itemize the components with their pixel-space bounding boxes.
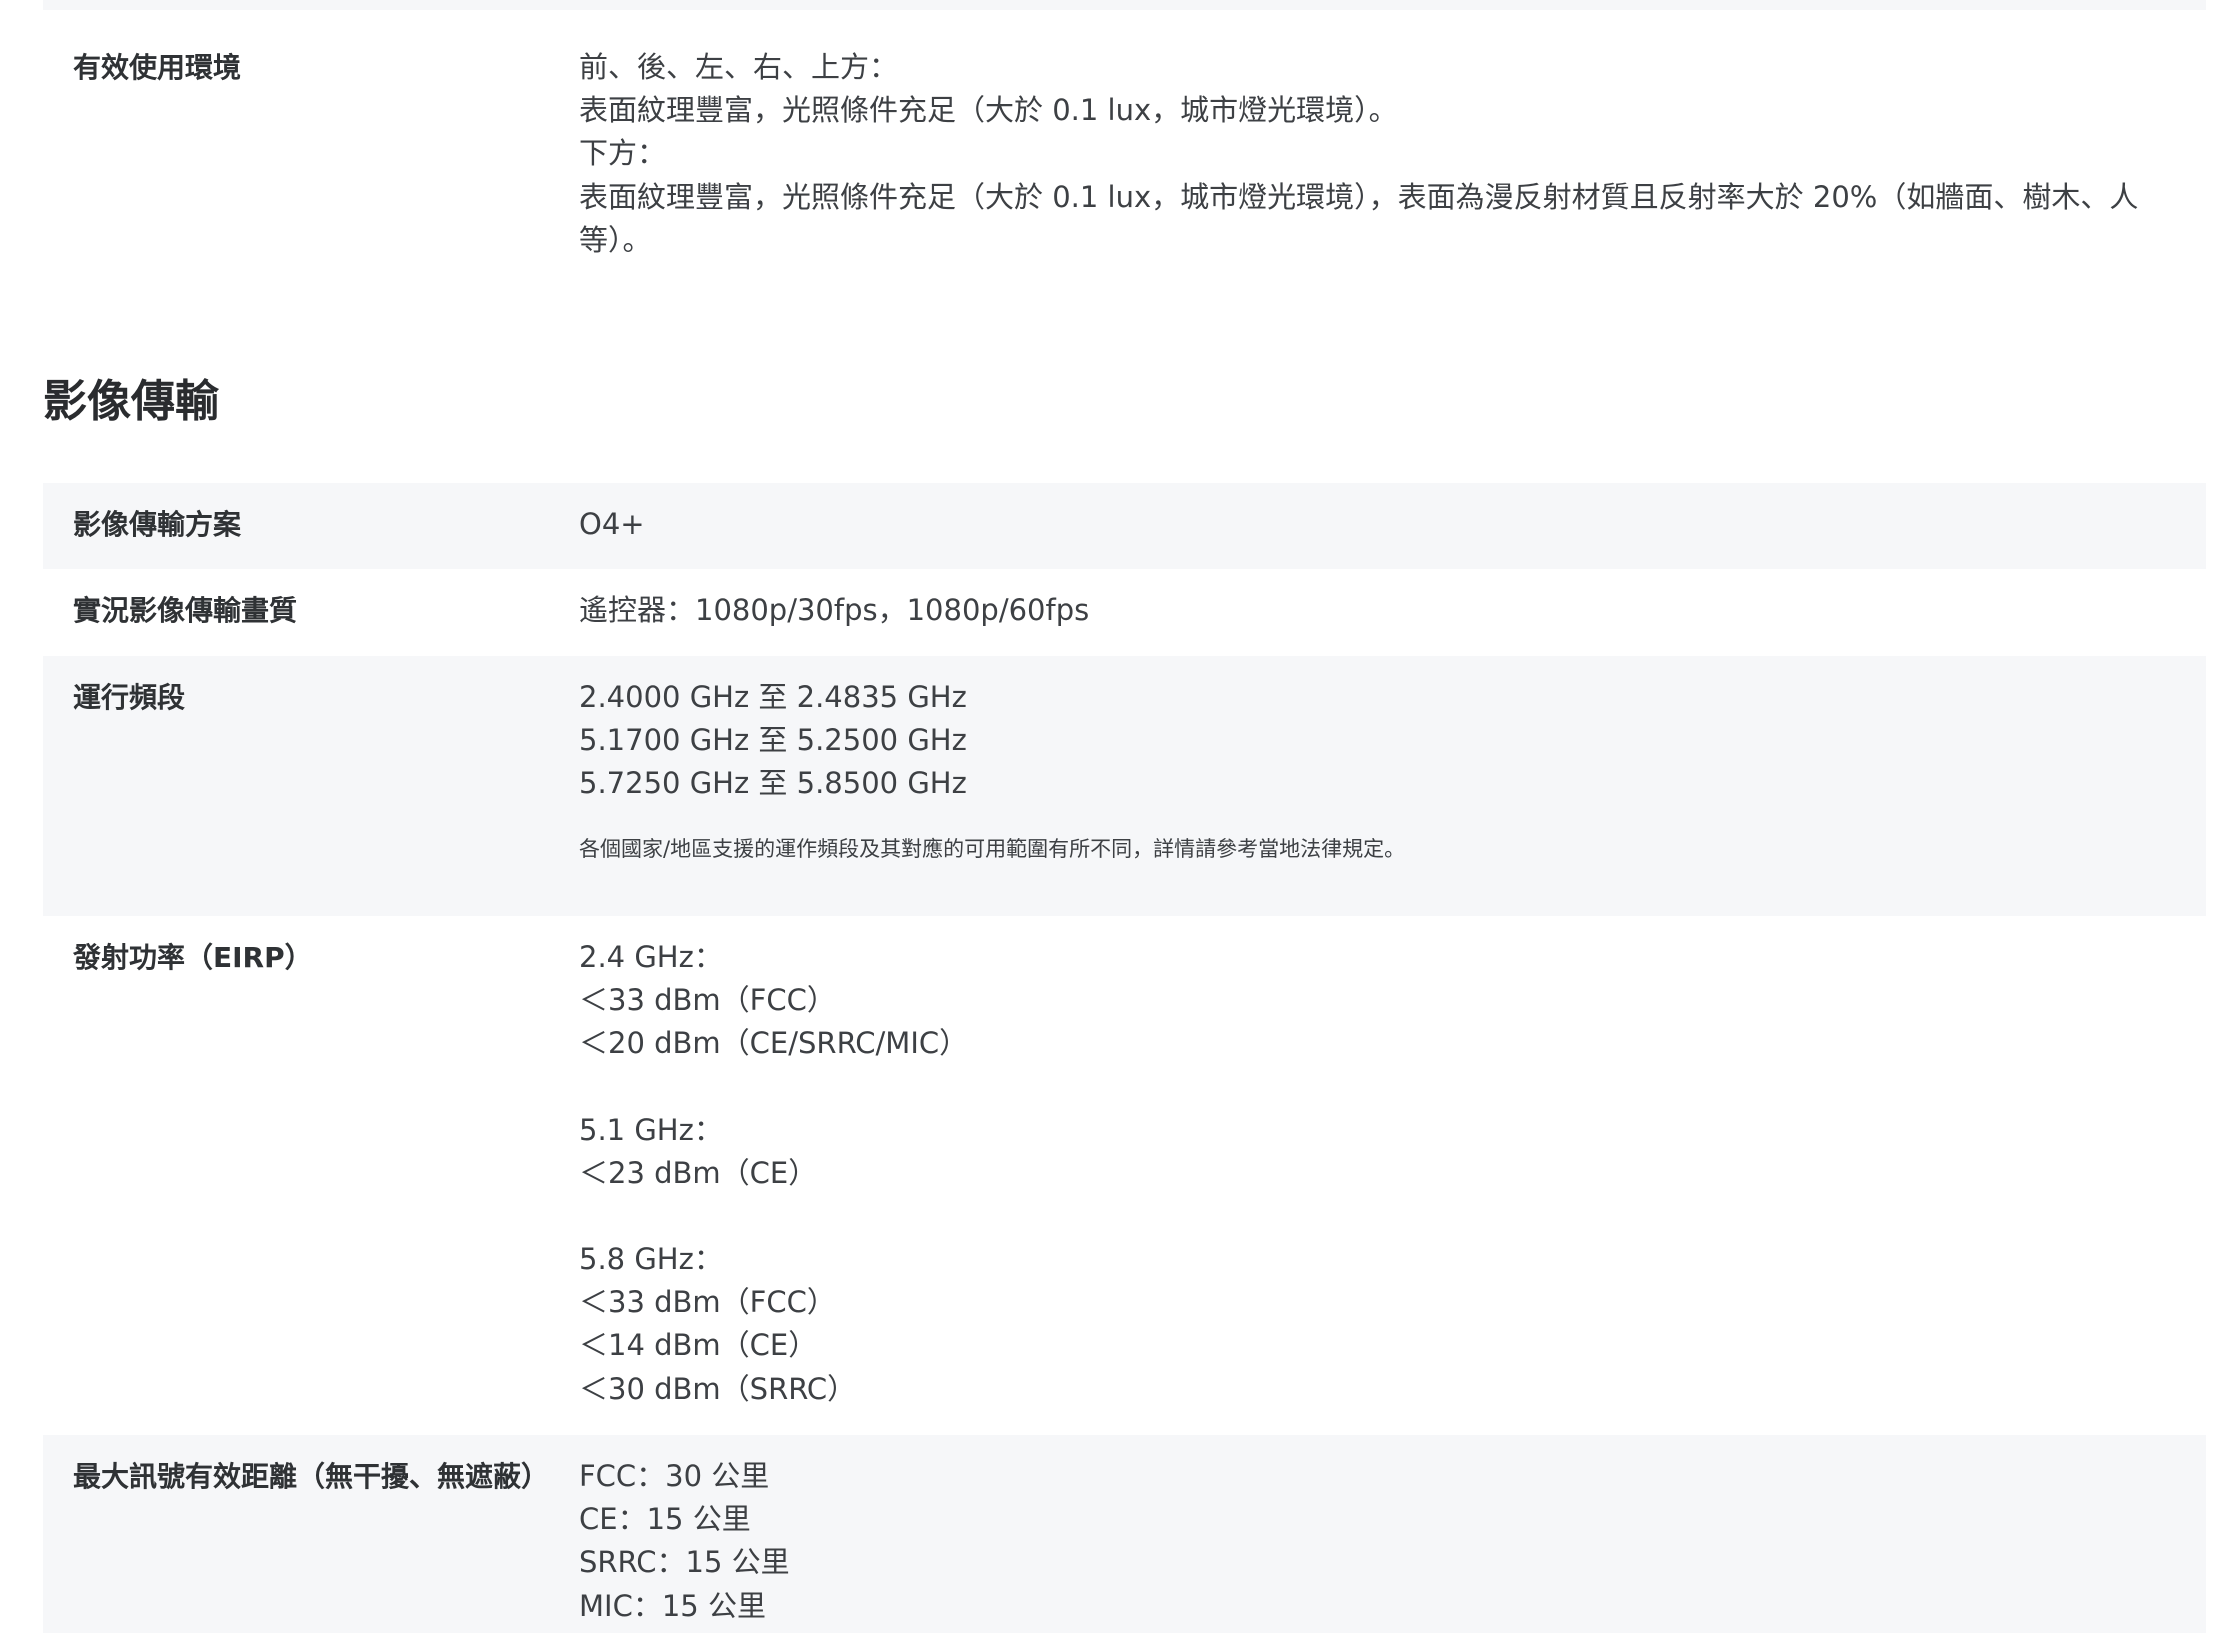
- value-line: 前、後、左、右、上方：: [579, 50, 899, 84]
- value-line: 5.7250 GHz 至 5.8500 GHz: [579, 766, 967, 801]
- spec-label: 影像傳輸方案: [73, 508, 242, 542]
- spec-label: 有效使用環境: [73, 51, 242, 84]
- value-line: 2.4 GHz：: [579, 940, 723, 975]
- spec-label: 實況影像傳輸畫質: [73, 594, 298, 628]
- spec-value: O4+: [579, 503, 2206, 546]
- group-spacer: [579, 1066, 2156, 1109]
- spec-row-transmitter-power: 發射功率（EIRP） 2.4 GHz： ＜33 dBm（FCC） ＜20 dBm…: [43, 916, 2206, 1435]
- section-title: 影像傳輸: [43, 376, 219, 428]
- spec-label: 運行頻段: [73, 681, 186, 715]
- spec-label: 發射功率（EIRP）: [73, 941, 313, 975]
- value-line: O4+: [579, 507, 645, 542]
- value-line: 遙控器：1080p/30fps，1080p/60fps: [579, 593, 1090, 628]
- frequency-note: 各個國家/地區支援的運作頻段及其對應的可用範圍有所不同，詳情請參考當地法律規定。: [579, 836, 1406, 861]
- section-header: 影像傳輸: [43, 300, 2206, 483]
- spec-value: FCC：30 公里 CE：15 公里 SRRC：15 公里 MIC：15 公里: [579, 1455, 2206, 1628]
- previous-row-bottom: [43, 0, 2206, 10]
- spec-value: 2.4 GHz： ＜33 dBm（FCC） ＜20 dBm（CE/SRRC/MI…: [579, 936, 2206, 1411]
- spec-row-operating-frequency: 運行頻段 2.4000 GHz 至 2.4835 GHz 5.1700 GHz …: [43, 656, 2206, 917]
- value-line: ＜30 dBm（SRRC）: [579, 1371, 857, 1406]
- value-line: FCC：30 公里: [579, 1459, 770, 1494]
- spec-row-max-transmission-distance: 最大訊號有效距離（無干擾、無遮蔽） FCC：30 公里 CE：15 公里 SRR…: [43, 1435, 2206, 1633]
- spec-value: 遙控器：1080p/30fps，1080p/60fps: [579, 589, 2206, 632]
- value-line: 5.8 GHz：: [579, 1242, 723, 1277]
- value-line: ＜23 dBm（CE）: [579, 1155, 818, 1190]
- spec-page: 有效使用環境 前、後、左、右、上方： 表面紋理豐富，光照條件充足（大於 0.1 …: [43, 0, 2206, 1633]
- value-line: 5.1700 GHz 至 5.2500 GHz: [579, 723, 967, 758]
- value-line: ＜33 dBm（FCC）: [579, 983, 836, 1018]
- value-line: ＜33 dBm（FCC）: [579, 1285, 836, 1320]
- value-line: ＜20 dBm（CE/SRRC/MIC）: [579, 1026, 969, 1061]
- spec-label: 最大訊號有效距離（無干擾、無遮蔽）: [73, 1460, 550, 1494]
- group-spacer: [579, 1195, 2156, 1238]
- value-line: 表面紋理豐富，光照條件充足（大於 0.1 lux，城市燈光環境）。: [579, 93, 1398, 128]
- value-line: MIC：15 公里: [579, 1588, 766, 1623]
- value-line: ＜14 dBm（CE）: [579, 1328, 818, 1363]
- spec-value: 前、後、左、右、上方： 表面紋理豐富，光照條件充足（大於 0.1 lux，城市燈…: [579, 46, 2206, 262]
- spec-row-transmission-system: 影像傳輸方案 O4+: [43, 483, 2206, 570]
- value-line: 2.4000 GHz 至 2.4835 GHz: [579, 680, 967, 715]
- value-line: CE：15 公里: [579, 1502, 751, 1537]
- value-line: 表面紋理豐富，光照條件充足（大於 0.1 lux，城市燈光環境），表面為漫反射材…: [579, 179, 2139, 257]
- value-line: 5.1 GHz：: [579, 1112, 723, 1147]
- spec-row-environment: 有效使用環境 前、後、左、右、上方： 表面紋理豐富，光照條件充足（大於 0.1 …: [43, 10, 2206, 300]
- spec-value: 2.4000 GHz 至 2.4835 GHz 5.1700 GHz 至 5.2…: [579, 676, 2206, 864]
- spec-row-live-view-quality: 實況影像傳輸畫質 遙控器：1080p/30fps，1080p/60fps: [43, 569, 2206, 656]
- value-line: SRRC：15 公里: [579, 1545, 790, 1580]
- value-line: 下方：: [579, 136, 667, 171]
